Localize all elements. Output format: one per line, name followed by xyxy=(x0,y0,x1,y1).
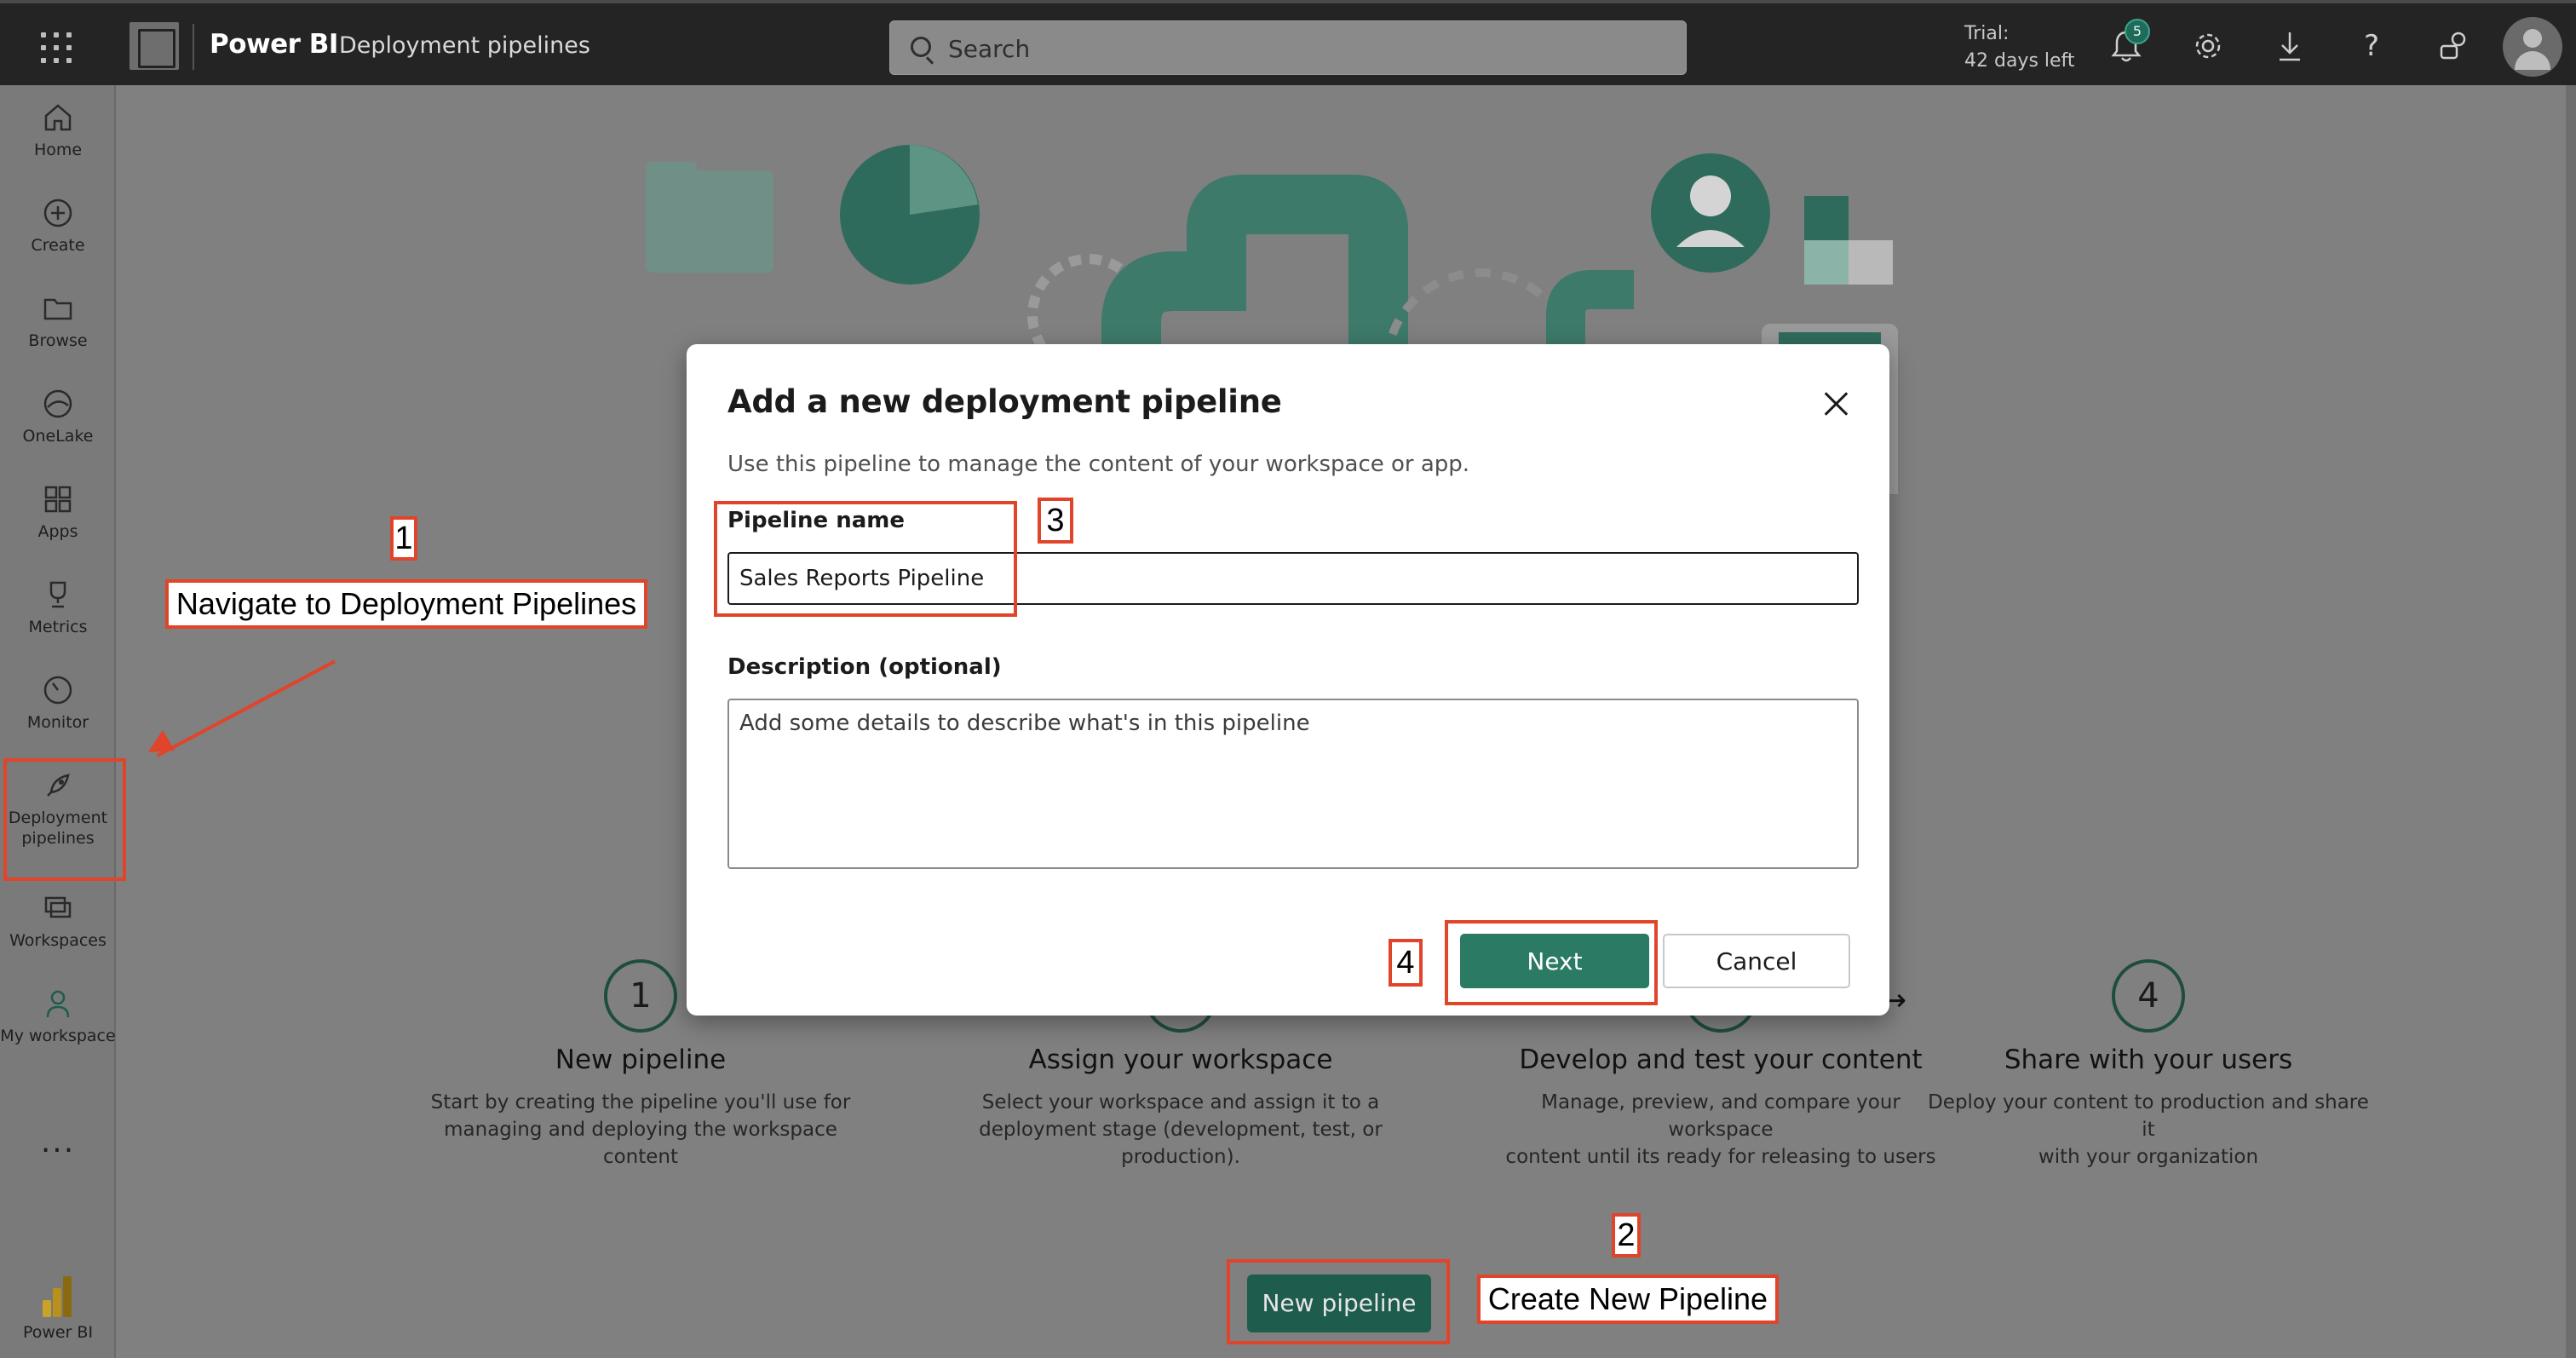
nav-item-monitor[interactable]: Monitor xyxy=(0,673,116,733)
step-title: Develop and test your content xyxy=(1519,1044,1923,1075)
step-text: content until its ready for releasing to… xyxy=(1505,1146,1936,1168)
nav-item-my-workspace[interactable]: My workspace xyxy=(0,987,116,1046)
person-icon xyxy=(41,987,75,1021)
notification-badge: 5 xyxy=(2125,19,2150,44)
scrollbar[interactable] xyxy=(2566,85,2576,1358)
nav-item-metrics[interactable]: Metrics xyxy=(0,578,116,637)
nav-label: Home xyxy=(33,141,83,159)
trophy-icon xyxy=(41,578,75,612)
trial-days: 42 days left xyxy=(1964,50,2075,72)
annotation-box-next xyxy=(1445,920,1658,1005)
step-title: New pipeline xyxy=(555,1044,727,1075)
dialog-title: Add a new deployment pipeline xyxy=(727,383,1282,420)
org-logo xyxy=(129,22,179,70)
download-icon[interactable] xyxy=(2273,27,2307,65)
step-number: 1 xyxy=(604,959,677,1033)
description-input[interactable] xyxy=(727,699,1859,869)
step-number: 4 xyxy=(2112,959,2185,1033)
nav-label: Create xyxy=(31,236,85,255)
trial-status[interactable]: Trial: 42 days left xyxy=(1964,20,2075,75)
step-text: Select your workspace and assign it to a xyxy=(981,1091,1380,1113)
search-icon xyxy=(911,37,931,57)
folder-icon xyxy=(41,291,75,325)
plus-circle-icon xyxy=(41,196,75,230)
user-avatar-icon[interactable] xyxy=(2503,17,2562,77)
step-title: Assign your workspace xyxy=(1028,1044,1333,1075)
app-launcher-icon[interactable] xyxy=(41,32,72,63)
app-name[interactable]: Power BI xyxy=(210,29,338,60)
nav-label: Monitor xyxy=(26,713,89,732)
annotation-box-new-pipeline xyxy=(1227,1259,1450,1344)
add-pipeline-dialog: Add a new deployment pipeline Use this p… xyxy=(687,344,1889,1016)
step-text: production). xyxy=(1121,1146,1240,1168)
search-box[interactable]: Search xyxy=(889,20,1687,75)
cancel-button[interactable]: Cancel xyxy=(1663,934,1850,988)
divider xyxy=(193,24,194,70)
workspaces-icon xyxy=(41,891,75,925)
nav-item-workspaces[interactable]: Workspaces xyxy=(0,891,116,951)
home-icon xyxy=(41,101,75,135)
more-icon[interactable]: ... xyxy=(0,1125,116,1159)
nav-item-browse[interactable]: Browse xyxy=(0,291,116,351)
annotation-label-2: Create New Pipeline xyxy=(1477,1275,1779,1324)
annotation-number-3: 3 xyxy=(1038,498,1073,544)
page-title: Deployment pipelines xyxy=(339,32,590,59)
step-title: Share with your users xyxy=(2004,1044,2293,1075)
help-icon[interactable]: ? xyxy=(2355,27,2389,65)
annotation-number-2: 2 xyxy=(1612,1213,1641,1257)
gear-icon[interactable] xyxy=(2191,27,2225,65)
trial-label: Trial: xyxy=(1964,23,2010,44)
top-bar: Power BI Deployment pipelines Search Tri… xyxy=(0,0,2576,85)
step-text: Manage, preview, and compare your worksp… xyxy=(1541,1091,1900,1141)
nav-label: OneLake xyxy=(22,427,94,446)
nav-label: Metrics xyxy=(28,618,88,636)
left-nav: Home Create Browse OneLake Apps Metrics xyxy=(0,85,116,1358)
step-4: 4 Share with your users Deploy your cont… xyxy=(1927,959,2370,1171)
onelake-icon xyxy=(41,387,75,421)
step-text: managing and deploying the workspace con… xyxy=(444,1119,837,1168)
search-placeholder: Search xyxy=(948,35,1031,63)
monitor-icon xyxy=(41,673,75,707)
annotation-number-1: 1 xyxy=(390,516,417,561)
nav-item-create[interactable]: Create xyxy=(0,196,116,256)
step-text: deployment stage (development, test, or xyxy=(979,1119,1383,1141)
nav-label: Apps xyxy=(37,522,78,541)
nav-label: Workspaces xyxy=(9,931,106,950)
step-text: Deploy your content to production and sh… xyxy=(1928,1091,2369,1141)
share-feedback-icon[interactable] xyxy=(2436,27,2470,65)
annotation-box-pipeline-name xyxy=(714,501,1017,617)
dialog-subtitle: Use this pipeline to manage the content … xyxy=(727,452,1470,477)
description-label: Description (optional) xyxy=(727,654,1002,680)
annotation-box-nav xyxy=(3,758,126,881)
nav-item-home[interactable]: Home xyxy=(0,101,116,160)
annotation-label-1: Navigate to Deployment Pipelines xyxy=(165,579,647,629)
nav-item-apps[interactable]: Apps xyxy=(0,482,116,542)
apps-icon xyxy=(41,482,75,516)
power-bi-logo-icon xyxy=(41,1276,75,1317)
power-bi-label: Power BI xyxy=(22,1323,94,1342)
nav-label: My workspace xyxy=(0,1027,116,1045)
step-text: with your organization xyxy=(2038,1146,2259,1168)
step-text: Start by creating the pipeline you'll us… xyxy=(430,1091,851,1113)
annotation-number-4: 4 xyxy=(1389,939,1423,987)
nav-label: Browse xyxy=(28,331,88,350)
close-icon[interactable] xyxy=(1821,388,1852,419)
nav-item-onelake[interactable]: OneLake xyxy=(0,387,116,446)
